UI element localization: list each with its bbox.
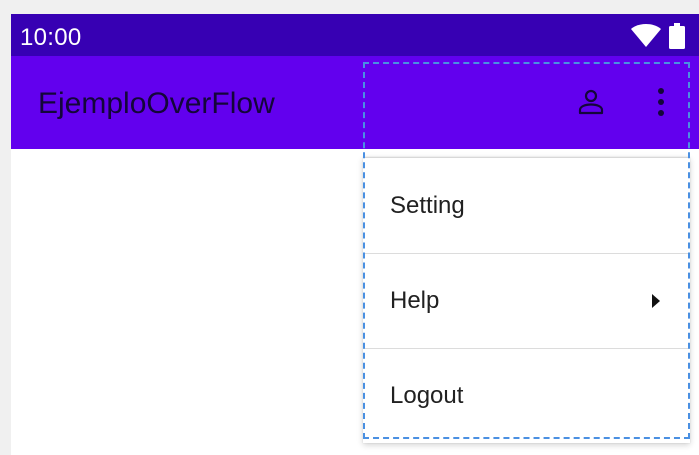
account-icon [576,87,606,122]
account-button[interactable] [571,84,611,124]
menu-item-label: Logout [390,382,464,409]
overflow-menu: Setting Help Logout [363,157,690,443]
status-time: 10:00 [20,24,82,51]
menu-item-logout[interactable]: Logout [363,348,690,443]
menu-item-label: Help [390,287,440,314]
overflow-menu-button[interactable] [641,84,681,124]
phone-screen: 10:00 EjemploOverFlow Setting Help Logou… [11,14,699,455]
wifi-icon [631,24,661,53]
menu-item-setting[interactable]: Setting [363,158,690,253]
app-bar: EjemploOverFlow [11,56,699,149]
status-bar: 10:00 [11,14,699,56]
battery-icon [669,23,685,54]
menu-item-help[interactable]: Help [363,253,690,348]
status-icons [631,23,685,54]
menu-item-label: Setting [390,191,465,219]
chevron-right-icon [652,294,660,308]
overflow-menu-icon [657,87,665,122]
app-title: EjemploOverFlow [38,87,275,120]
